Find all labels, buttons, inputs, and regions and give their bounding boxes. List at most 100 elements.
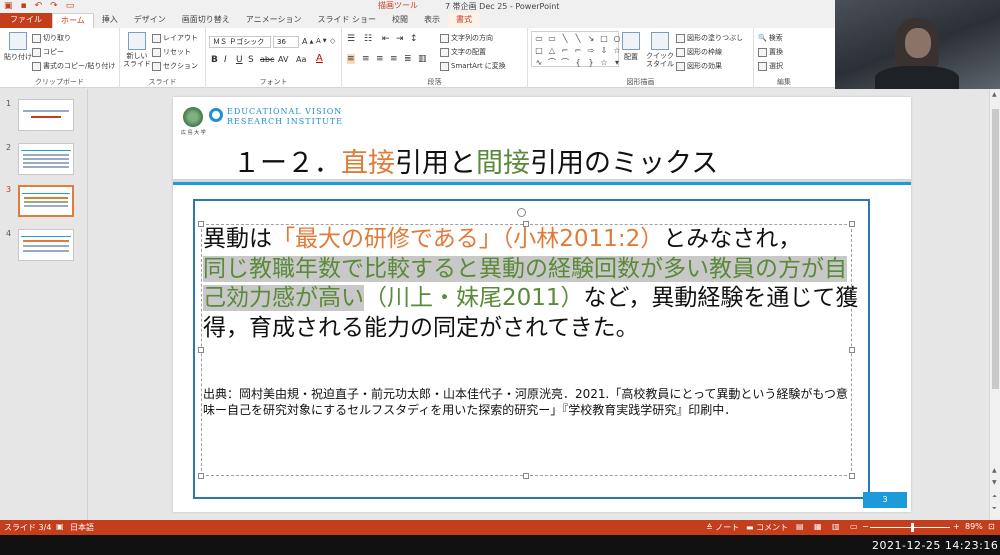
columns-button[interactable]: ▥ [418, 54, 427, 64]
change-case-button[interactable]: Aa [296, 55, 306, 64]
bullets-button[interactable]: ☰ [347, 34, 355, 44]
slide-title[interactable]: １ー２．直接引用と間接引用のミックス [233, 141, 718, 180]
layout-button[interactable]: レイアウト [152, 33, 198, 43]
char-spacing-button[interactable]: AV [278, 55, 288, 64]
shape-effects-button[interactable]: 図形の効果 [676, 61, 722, 71]
shape-rect-icon[interactable]: □ [598, 33, 610, 44]
select-button[interactable]: 選択 [758, 61, 783, 71]
section-button[interactable]: セクション [152, 61, 198, 71]
tab-review[interactable]: 校閲 [384, 13, 416, 28]
undo-icon[interactable]: ↶ [35, 1, 43, 11]
shape-brace-icon[interactable]: } [585, 57, 597, 68]
shrink-font-button[interactable]: A ▼ [316, 37, 327, 45]
bold-button[interactable]: B [211, 55, 218, 65]
tab-transitions[interactable]: 画面切り替え [174, 13, 238, 28]
next-slide-icon[interactable]: ⏷ [992, 505, 997, 513]
shape-star-icon[interactable]: ☆ [598, 57, 610, 68]
tab-file[interactable]: ファイル [0, 13, 52, 28]
clear-format-icon[interactable]: ◇ [330, 37, 335, 45]
tab-home[interactable]: ホーム [52, 13, 94, 28]
scroll-up-icon[interactable]: ▲ [992, 467, 997, 474]
tab-slideshow[interactable]: スライド ショー [309, 13, 384, 28]
language-indicator[interactable]: 日本語 [70, 522, 94, 533]
shape-curve-icon[interactable]: ⌒ [559, 57, 571, 68]
align-right-button[interactable]: ≡ [376, 54, 384, 64]
decrease-indent-button[interactable]: ⇤ [382, 34, 390, 44]
shape-rect-icon[interactable]: □ [533, 45, 545, 56]
scrollbar-thumb[interactable] [992, 109, 999, 389]
align-center-button[interactable]: ≡ [362, 54, 370, 64]
shape-curve-icon[interactable]: ∿ [533, 57, 545, 68]
shape-line-icon[interactable]: ╲ [572, 33, 584, 44]
line-spacing-button[interactable]: ↕ [410, 34, 418, 44]
shadow-button[interactable]: S [248, 55, 254, 65]
slide-canvas[interactable]: 広 島 大 学 EDUCATIONAL VISION RESEARCH INST… [173, 97, 911, 512]
slide-thumbnail[interactable] [18, 143, 74, 175]
zoom-slider-knob[interactable] [911, 523, 914, 532]
justify-button[interactable]: ≡ [390, 54, 398, 64]
resize-handle[interactable] [523, 473, 529, 479]
shapes-gallery[interactable]: ▭ ▭ ╲ ╲ ↘ □ ○ □ △ ⌐ ⌐ ⇨ ⇩ ☆ ∿ ⌒ ⌒{} ☆ ▾ [531, 31, 621, 68]
shape-arrow-icon[interactable]: ⇨ [585, 45, 597, 56]
zoom-in-button[interactable]: + [953, 522, 960, 531]
save-icon[interactable]: ▪ [21, 1, 27, 11]
citation-text[interactable]: 出典：岡村美由規・祝迫直子・前元功太郎・山本佳代子・河原洸亮．2021.「高校教… [203, 386, 848, 418]
slide-thumbnail-selected[interactable] [18, 185, 74, 217]
slideshow-view-icon[interactable]: ▭ [850, 522, 858, 531]
zoom-level[interactable]: 89% [965, 522, 983, 531]
notes-button[interactable]: ≙ ノート [706, 522, 739, 533]
reset-button[interactable]: リセット [152, 47, 191, 57]
start-slideshow-icon[interactable]: ▭ [66, 1, 75, 11]
strikethrough-button[interactable]: abc [260, 55, 274, 64]
comments-button[interactable]: ▬ コメント [746, 522, 788, 533]
increase-indent-button[interactable]: ⇥ [396, 34, 404, 44]
slide-thumbnail[interactable] [18, 229, 74, 261]
resize-handle[interactable] [849, 347, 855, 353]
zoom-slider[interactable] [870, 527, 950, 528]
tab-format[interactable]: 書式 [448, 13, 480, 28]
quick-styles-button[interactable]: クイック スタイル [646, 32, 674, 68]
shape-curve-icon[interactable]: ⌒ [546, 57, 558, 68]
shape-brace-icon[interactable]: { [572, 57, 584, 68]
font-color-button[interactable]: A [316, 53, 323, 64]
new-slide-button[interactable]: 新しい スライド [123, 32, 151, 68]
numbering-button[interactable]: ☷ [364, 34, 372, 44]
distribute-button[interactable]: ≣ [404, 54, 412, 64]
smartart-button[interactable]: SmartArt に変換 [440, 61, 506, 71]
slide-sorter-icon[interactable]: ▦ [814, 522, 822, 531]
shape-triangle-icon[interactable]: △ [546, 45, 558, 56]
vertical-scrollbar[interactable]: ▲ ▲ ▼ ⏶ ⏷ [989, 89, 1000, 520]
align-left-button[interactable]: ≡ [347, 54, 355, 64]
zoom-out-button[interactable]: − [862, 522, 869, 531]
resize-handle[interactable] [849, 473, 855, 479]
grow-font-button[interactable]: A ▲ [302, 37, 313, 46]
tab-view[interactable]: 表示 [416, 13, 448, 28]
shape-elbow-icon[interactable]: ⌐ [559, 45, 571, 56]
underline-button[interactable]: U [236, 55, 243, 65]
replace-button[interactable]: 置換 [758, 47, 783, 57]
shape-outline-button[interactable]: 図形の枠線 [676, 47, 722, 57]
font-name-select[interactable]: ＭＳ Ｐゴシック [209, 36, 271, 48]
shape-arrow-icon[interactable]: ⇩ [598, 45, 610, 56]
thumbnail-item[interactable]: 2 [6, 143, 74, 175]
paste-button[interactable]: 貼り付け [4, 32, 32, 62]
scroll-down-icon[interactable]: ▼ [992, 479, 997, 486]
tab-animations[interactable]: アニメーション [238, 13, 310, 28]
arrange-button[interactable]: 配置 [622, 32, 640, 62]
text-direction-button[interactable]: 文字列の方向 [440, 33, 493, 43]
normal-view-icon[interactable]: ▤ [796, 522, 804, 531]
cut-button[interactable]: 切り取り [32, 33, 71, 43]
copy-button[interactable]: コピー [32, 47, 64, 57]
shape-arrow-icon[interactable]: ↘ [585, 33, 597, 44]
resize-handle[interactable] [198, 473, 204, 479]
shape-fill-button[interactable]: 図形の塗りつぶし [676, 33, 743, 43]
format-painter-button[interactable]: 書式のコピー/貼り付け [32, 61, 115, 71]
align-text-button[interactable]: 文字の配置 [440, 47, 486, 57]
shape-line-icon[interactable]: ╲ [559, 33, 571, 44]
shape-rect-icon[interactable]: ▭ [533, 33, 545, 44]
shape-elbow-icon[interactable]: ⌐ [572, 45, 584, 56]
resize-handle[interactable] [198, 347, 204, 353]
thumbnail-item[interactable]: 1 [6, 99, 74, 131]
find-button[interactable]: 🔍 検索 [758, 33, 783, 43]
reading-view-icon[interactable]: ▥ [832, 522, 840, 531]
